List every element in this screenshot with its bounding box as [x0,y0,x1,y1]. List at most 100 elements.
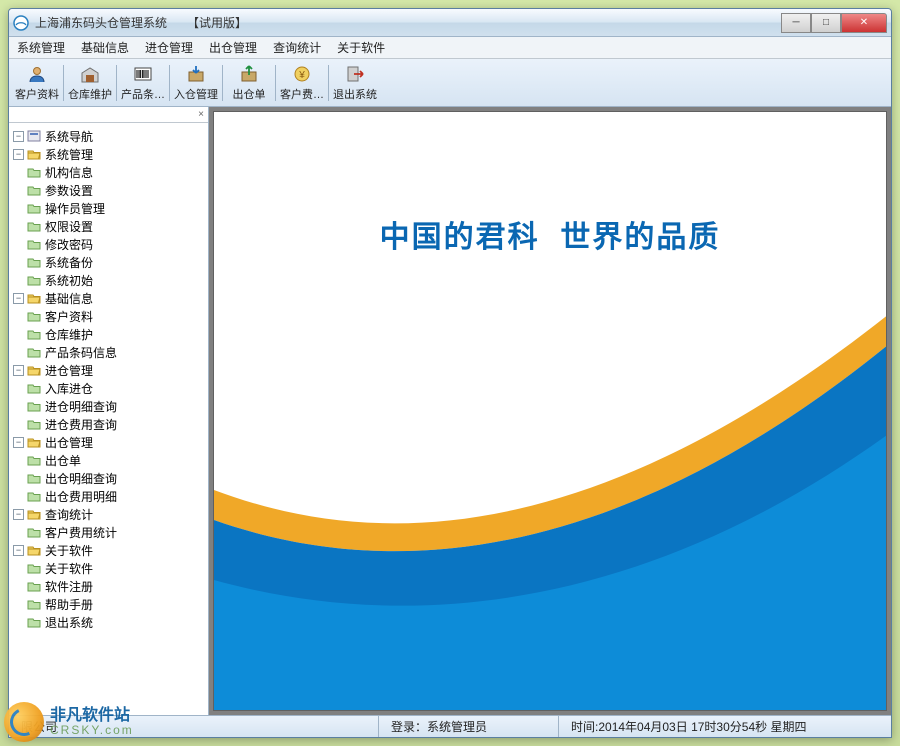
status-time: 时间:2014年04月03日 17时30分54秒 星期四 [559,716,891,737]
folder-icon [27,562,41,574]
collapse-icon[interactable]: − [13,509,24,520]
outbound-icon [239,64,259,84]
toolbar-inbound-button[interactable]: 入仓管理 [172,61,220,105]
tree-label: 系统初始 [45,272,93,289]
folder-icon [27,220,41,232]
customer-icon [27,64,47,84]
menu-item-2[interactable]: 进仓管理 [137,37,201,58]
maximize-button[interactable]: □ [811,13,841,33]
toolbar-barcode-button[interactable]: 产品条… [119,61,167,105]
folder-icon [27,472,41,484]
tree-item[interactable]: 软件注册 [13,577,208,595]
menu-item-0[interactable]: 系统管理 [9,37,73,58]
tree-label: 客户费用统计 [45,524,117,541]
menu-item-1[interactable]: 基础信息 [73,37,137,58]
collapse-icon[interactable]: − [13,545,24,556]
toolbar-label: 退出系统 [333,86,377,102]
minimize-button[interactable]: ─ [781,13,811,33]
sidebar-close-button[interactable]: × [9,107,208,123]
statusbar: 限公司 登录：系统管理员 时间:2014年04月03日 17时30分54秒 星期… [9,715,891,737]
tree-item[interactable]: 帮助手册 [13,595,208,613]
folder-icon [27,598,41,610]
folder-icon [27,490,41,502]
watermark: 非凡软件站 CRSKY.com [4,702,134,742]
toolbar-fee-button[interactable]: ¥ 客户费… [278,61,326,105]
tree-label: 出仓费用明细 [45,488,117,505]
tree-label: 关于软件 [45,560,93,577]
menu-item-5[interactable]: 关于软件 [329,37,393,58]
exit-icon [345,64,365,84]
tree-item[interactable]: 产品条码信息 [13,343,208,361]
folder-open-icon [27,544,41,556]
tree-item[interactable]: 退出系统 [13,613,208,631]
tree-label: 产品条码信息 [45,344,117,361]
tree-root[interactable]: − 系统导航 [13,127,208,145]
tree-label: 修改密码 [45,236,93,253]
collapse-icon[interactable]: − [13,149,24,160]
tree-item[interactable]: 进仓费用查询 [13,415,208,433]
tree-item[interactable]: 关于软件 [13,559,208,577]
svg-text:¥: ¥ [298,70,305,81]
tree-group[interactable]: − 关于软件 [13,541,208,559]
folder-open-icon [27,364,41,376]
close-button[interactable]: ✕ [841,13,887,33]
toolbar-label: 产品条… [121,86,165,102]
swoosh-graphic [214,290,887,710]
menu-item-4[interactable]: 查询统计 [265,37,329,58]
tree-group[interactable]: −基础信息 [13,289,208,307]
tree-group[interactable]: −查询统计 [13,505,208,523]
toolbar-warehouse-button[interactable]: 仓库维护 [66,61,114,105]
nav-root-icon [27,130,41,142]
tree-group[interactable]: − 进仓管理 [13,361,208,379]
tree-item[interactable]: 出仓费用明细 [13,487,208,505]
folder-open-icon [27,436,41,448]
tree-item[interactable]: 修改密码 [13,235,208,253]
toolbar-label: 客户费… [280,86,324,102]
collapse-icon[interactable]: − [13,365,24,376]
folder-icon [27,328,41,340]
watermark-icon [4,702,44,742]
tree-label: 权限设置 [45,218,93,235]
tree-item[interactable]: 机构信息 [13,163,208,181]
tree-item[interactable]: 客户资料 [13,307,208,325]
collapse-icon[interactable]: − [13,437,24,448]
status-login-user: 系统管理员 [427,718,487,735]
folder-open-icon [27,292,41,304]
inbound-icon [186,64,206,84]
tree-label: 系统管理 [45,146,93,163]
tree-item[interactable]: 系统初始 [13,271,208,289]
tree-item[interactable]: 入库进仓 [13,379,208,397]
welcome-panel: 中国的君科 世界的品质 [213,111,887,711]
tree-item[interactable]: 仓库维护 [13,325,208,343]
tree-item[interactable]: 出仓单 [13,451,208,469]
folder-icon [27,184,41,196]
tree-item[interactable]: 进仓明细查询 [13,397,208,415]
tree-label: 进仓费用查询 [45,416,117,433]
collapse-icon[interactable]: − [13,293,24,304]
app-icon [13,15,29,31]
toolbar-customer-button[interactable]: 客户资料 [13,61,61,105]
tree-item[interactable]: 客户费用统计 [13,523,208,541]
tree-item[interactable]: 参数设置 [13,181,208,199]
collapse-icon[interactable]: − [13,131,24,142]
toolbar-outbound-button[interactable]: 出仓单 [225,61,273,105]
tree-item[interactable]: 系统备份 [13,253,208,271]
tree-group[interactable]: − 系统管理 [13,145,208,163]
menu-item-3[interactable]: 出仓管理 [201,37,265,58]
tree-label: 关于软件 [45,542,93,559]
folder-icon [27,274,41,286]
tree-group[interactable]: −出仓管理 [13,433,208,451]
tree-item[interactable]: 权限设置 [13,217,208,235]
toolbar-label: 仓库维护 [68,86,112,102]
tree-label: 进仓管理 [45,362,93,379]
toolbar-exit-button[interactable]: 退出系统 [331,61,379,105]
tree-label: 出仓单 [45,452,81,469]
status-time-label: 时间: [571,718,598,735]
tree-label: 出仓明细查询 [45,470,117,487]
folder-icon [27,346,41,358]
tree-label: 系统导航 [45,128,93,145]
status-login-label: 登录： [391,718,427,735]
tree-item[interactable]: 出仓明细查询 [13,469,208,487]
folder-icon [27,580,41,592]
tree-item[interactable]: 操作员管理 [13,199,208,217]
